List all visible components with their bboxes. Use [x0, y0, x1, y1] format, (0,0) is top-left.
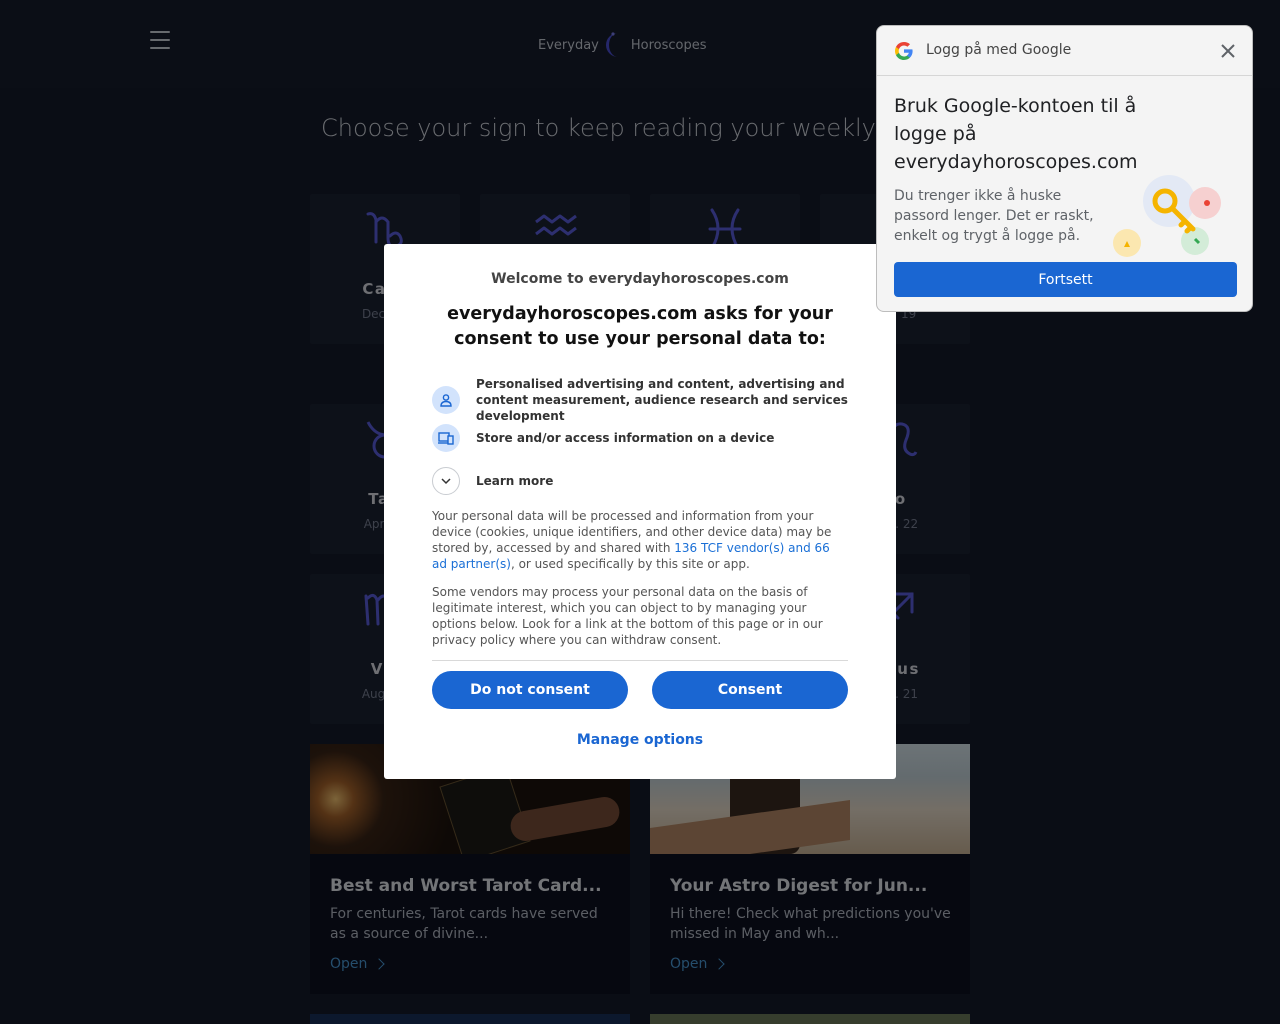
- do-not-consent-button[interactable]: Do not consent: [432, 671, 628, 709]
- consent-welcome: Welcome to everydayhoroscopes.com: [491, 271, 789, 287]
- chevron-down-icon[interactable]: [432, 467, 460, 495]
- devices-icon: [432, 424, 460, 452]
- google-panel-header: Logg på med Google: [877, 26, 1252, 76]
- manage-options-link[interactable]: Manage options: [384, 732, 896, 748]
- consent-title: everydayhoroscopes.com asks for your con…: [447, 304, 833, 349]
- google-signin-panel: Logg på med Google Bruk Google-kontoen t…: [876, 25, 1253, 312]
- google-logo-icon: [894, 41, 914, 61]
- learn-more-row[interactable]: Learn more: [432, 467, 852, 495]
- divider: [432, 660, 848, 661]
- learn-more-label[interactable]: Learn more: [476, 473, 553, 489]
- google-description: Du trenger ikke å huske passord lenger. …: [894, 188, 1094, 244]
- google-continue-button[interactable]: Fortsett: [894, 262, 1237, 297]
- para-text: , or used specifically by this site or a…: [510, 557, 750, 571]
- consent-paragraph-2: Some vendors may process your personal d…: [432, 585, 823, 647]
- close-icon[interactable]: [1220, 43, 1236, 59]
- consent-button[interactable]: Consent: [652, 671, 848, 709]
- google-header-text: Logg på med Google: [926, 42, 1072, 58]
- purpose-personalised-ads: Personalised advertising and content, ad…: [432, 376, 852, 424]
- purpose-text: Store and/or access information on a dev…: [476, 431, 775, 445]
- consent-dialog: Welcome to everydayhoroscopes.com everyd…: [384, 244, 896, 779]
- key-illustration-icon: [1107, 161, 1237, 261]
- consent-paragraph-1: Your personal data will be processed and…: [432, 508, 848, 572]
- person-icon: [432, 386, 460, 414]
- purpose-device-storage: Store and/or access information on a dev…: [432, 424, 852, 452]
- purpose-text: Personalised advertising and content, ad…: [476, 377, 848, 423]
